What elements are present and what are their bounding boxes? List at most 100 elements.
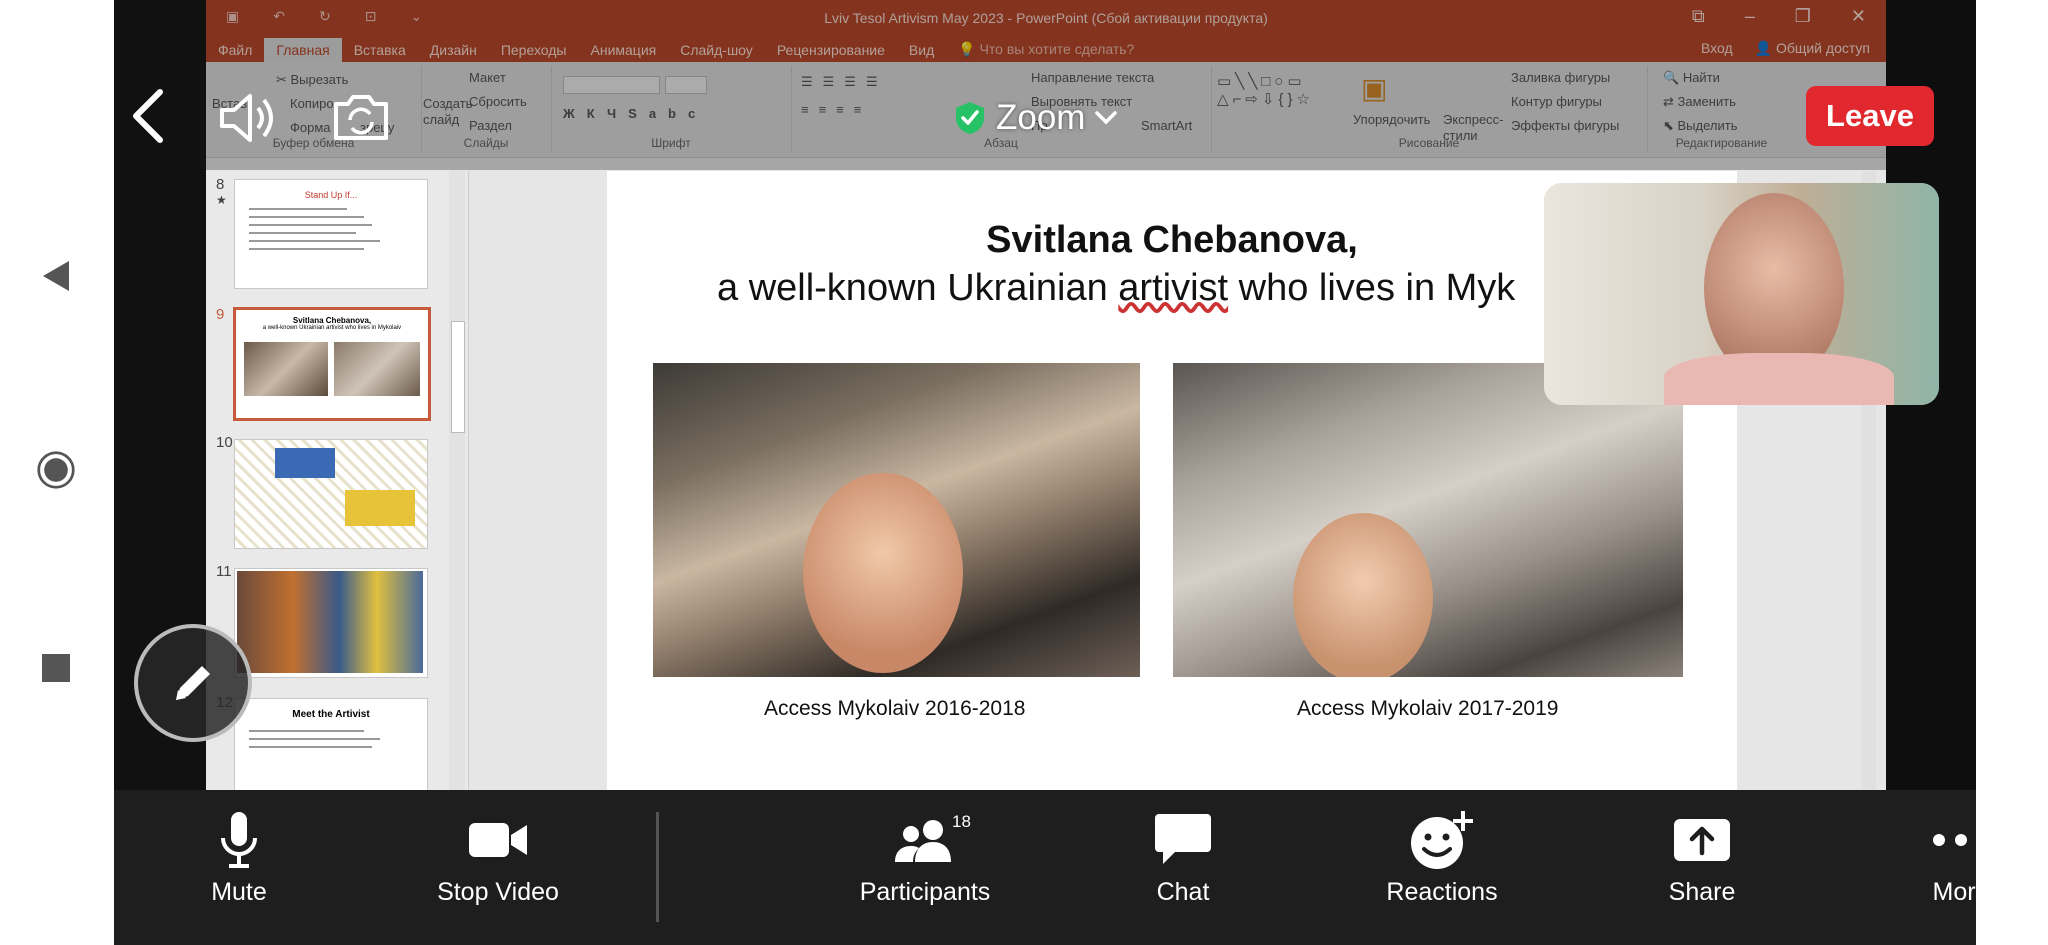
font-label: Шрифт xyxy=(651,136,691,150)
group-photo-left xyxy=(653,363,1140,677)
chat-label: Chat xyxy=(1156,878,1210,906)
align-buttons[interactable]: ≡≡≡≡ xyxy=(801,102,871,117)
subtitle-artivist: artivist xyxy=(1118,267,1229,309)
pen-icon xyxy=(176,666,210,700)
group-photo-right xyxy=(1173,363,1683,677)
reactions-button[interactable]: Reactions xyxy=(1347,810,1537,920)
leave-button[interactable]: Leave xyxy=(1806,86,1934,146)
share-screen-icon xyxy=(1674,819,1730,861)
reactions-label: Reactions xyxy=(1386,878,1498,906)
share-link[interactable]: 👤 Общий доступ xyxy=(1755,40,1870,57)
chat-bubble-icon xyxy=(1155,814,1211,864)
nav-back-icon[interactable] xyxy=(36,256,76,296)
zoom-back-icon[interactable] xyxy=(130,88,166,149)
zoom-title-label: Zoom xyxy=(996,98,1086,137)
tab-slideshow[interactable]: Слайд-шоу xyxy=(668,38,765,62)
list-buttons[interactable]: ☰☰☰☰ xyxy=(801,74,888,90)
scroll-thumb[interactable] xyxy=(451,321,465,433)
zoom-toolbar: Mute Stop Video Participants 18 Chat Rea… xyxy=(114,790,1976,945)
replace-button[interactable]: ⇄ Заменить xyxy=(1663,94,1736,110)
tell-me-box[interactable]: 💡 Что вы хотите сделать? xyxy=(946,37,1146,62)
tab-file[interactable]: Файл xyxy=(206,38,264,62)
tab-insert[interactable]: Вставка xyxy=(342,38,418,62)
tell-me-label: Что вы хотите сделать? xyxy=(979,41,1135,57)
ribbon-display-icon[interactable]: ⧉ xyxy=(1692,6,1705,27)
tab-home[interactable]: Главная xyxy=(264,38,342,62)
thumb-number: 10 xyxy=(216,434,233,451)
subtitle-part: who lives in Myk xyxy=(1228,267,1516,309)
shape-effects-button[interactable]: Эффекты фигуры xyxy=(1511,118,1619,133)
thumb-text-lines xyxy=(249,208,413,250)
slide-thumbnail-8[interactable]: Stand Up If... xyxy=(234,179,428,289)
signin-link[interactable]: Вход xyxy=(1701,40,1733,57)
zoom-stage: ▣ ↶ ↻ ⊡ ⌄ Lviv Tesol Artivism May 2023 -… xyxy=(114,0,1976,945)
text-direction-button[interactable]: Направление текста xyxy=(1031,70,1154,85)
caption-right: Access Mykolaiv 2017-2019 xyxy=(1297,697,1559,720)
speaker-icon[interactable] xyxy=(218,92,280,149)
select-label: Выделить xyxy=(1677,118,1738,133)
restore-icon[interactable]: ❐ xyxy=(1795,6,1811,27)
stop-video-button[interactable]: Stop Video xyxy=(403,810,593,920)
chat-button[interactable]: Chat xyxy=(1088,810,1278,920)
more-dots-icon xyxy=(1933,834,1967,846)
find-button[interactable]: 🔍 Найти xyxy=(1663,70,1720,86)
thumb-artwork xyxy=(345,490,415,526)
font-size-select[interactable] xyxy=(665,76,707,94)
more-label: More xyxy=(1932,878,1976,906)
tab-animations[interactable]: Анимация xyxy=(579,38,669,62)
slides-group: Макет Сбросить Раздел Создать слайд Слай… xyxy=(421,66,552,152)
cut-label: Вырезать xyxy=(290,72,349,87)
encryption-shield-icon xyxy=(956,102,984,134)
tab-review[interactable]: Рецензирование xyxy=(765,38,897,62)
participants-count-badge: 18 xyxy=(952,812,971,831)
thumb-collage xyxy=(237,571,423,673)
video-camera-icon xyxy=(469,823,527,857)
tab-transitions[interactable]: Переходы xyxy=(489,38,579,62)
thumbnails-scrollbar[interactable] xyxy=(449,171,465,790)
shape-outline-button[interactable]: Контур фигуры xyxy=(1511,94,1602,109)
minimize-icon[interactable]: – xyxy=(1745,6,1755,27)
participant-video-pip[interactable] xyxy=(1544,183,1939,405)
thumb-title: Stand Up If... xyxy=(304,190,358,200)
android-nav-bar xyxy=(0,0,114,945)
copy-button[interactable]: Копиро xyxy=(290,96,334,111)
switch-camera-icon[interactable] xyxy=(330,92,392,149)
layout-button[interactable]: Макет xyxy=(469,70,506,85)
chevron-down-icon xyxy=(1095,111,1118,125)
font-name-select[interactable] xyxy=(563,76,660,94)
participants-label: Participants xyxy=(859,878,991,906)
slide-subtitle: a well-known Ukrainian artivist who live… xyxy=(717,267,1515,310)
cut-button[interactable]: ✂ Вырезать xyxy=(276,72,348,88)
participants-icon xyxy=(895,820,951,862)
reset-button[interactable]: Сбросить xyxy=(469,94,527,109)
slide-thumbnail-11[interactable] xyxy=(234,568,428,678)
nav-home-icon[interactable] xyxy=(36,450,76,490)
select-button[interactable]: ⬉ Выделить xyxy=(1663,118,1738,134)
participants-button[interactable]: Participants 18 xyxy=(830,810,1020,920)
tab-design[interactable]: Дизайн xyxy=(418,38,489,62)
shape-fill-button[interactable]: Заливка фигуры xyxy=(1511,70,1610,85)
annotate-pen-button[interactable] xyxy=(134,624,252,742)
ribbon-tabs: Файл Главная Вставка Дизайн Переходы Ани… xyxy=(206,36,1886,62)
format-painter-button[interactable]: Форма xyxy=(290,120,331,135)
slide-thumbnail-9[interactable]: Svitlana Chebanova, a well-known Ukraini… xyxy=(233,307,431,421)
font-style-buttons[interactable]: ЖКЧSabc xyxy=(563,106,707,121)
arrange-button[interactable]: Упорядочить xyxy=(1353,112,1430,127)
thumb-photo xyxy=(334,342,420,396)
slide-thumbnail-10[interactable] xyxy=(234,439,428,549)
shapes-gallery[interactable]: ▭╲╲□○▭ △⌐⇨⇩{}☆ xyxy=(1217,72,1314,108)
nav-recents-icon[interactable] xyxy=(36,648,76,688)
arrange-icon: ▣ xyxy=(1361,73,1388,104)
new-slide-button[interactable]: Создать слайд xyxy=(423,96,472,128)
section-button[interactable]: Раздел xyxy=(469,118,512,133)
thumb-text-lines xyxy=(249,730,413,748)
slide-thumbnail-12[interactable]: Meet the Artivist xyxy=(234,698,428,790)
zoom-meeting-title[interactable]: Zoom xyxy=(954,96,1118,140)
reactions-smiley-icon xyxy=(1411,811,1473,869)
more-button[interactable]: More xyxy=(1866,810,1976,920)
tab-view[interactable]: Вид xyxy=(897,38,946,62)
participant-shirt xyxy=(1664,353,1894,405)
share-button[interactable]: Share xyxy=(1607,810,1797,920)
mute-button[interactable]: Mute xyxy=(144,810,334,920)
close-icon[interactable]: ✕ xyxy=(1851,6,1866,27)
